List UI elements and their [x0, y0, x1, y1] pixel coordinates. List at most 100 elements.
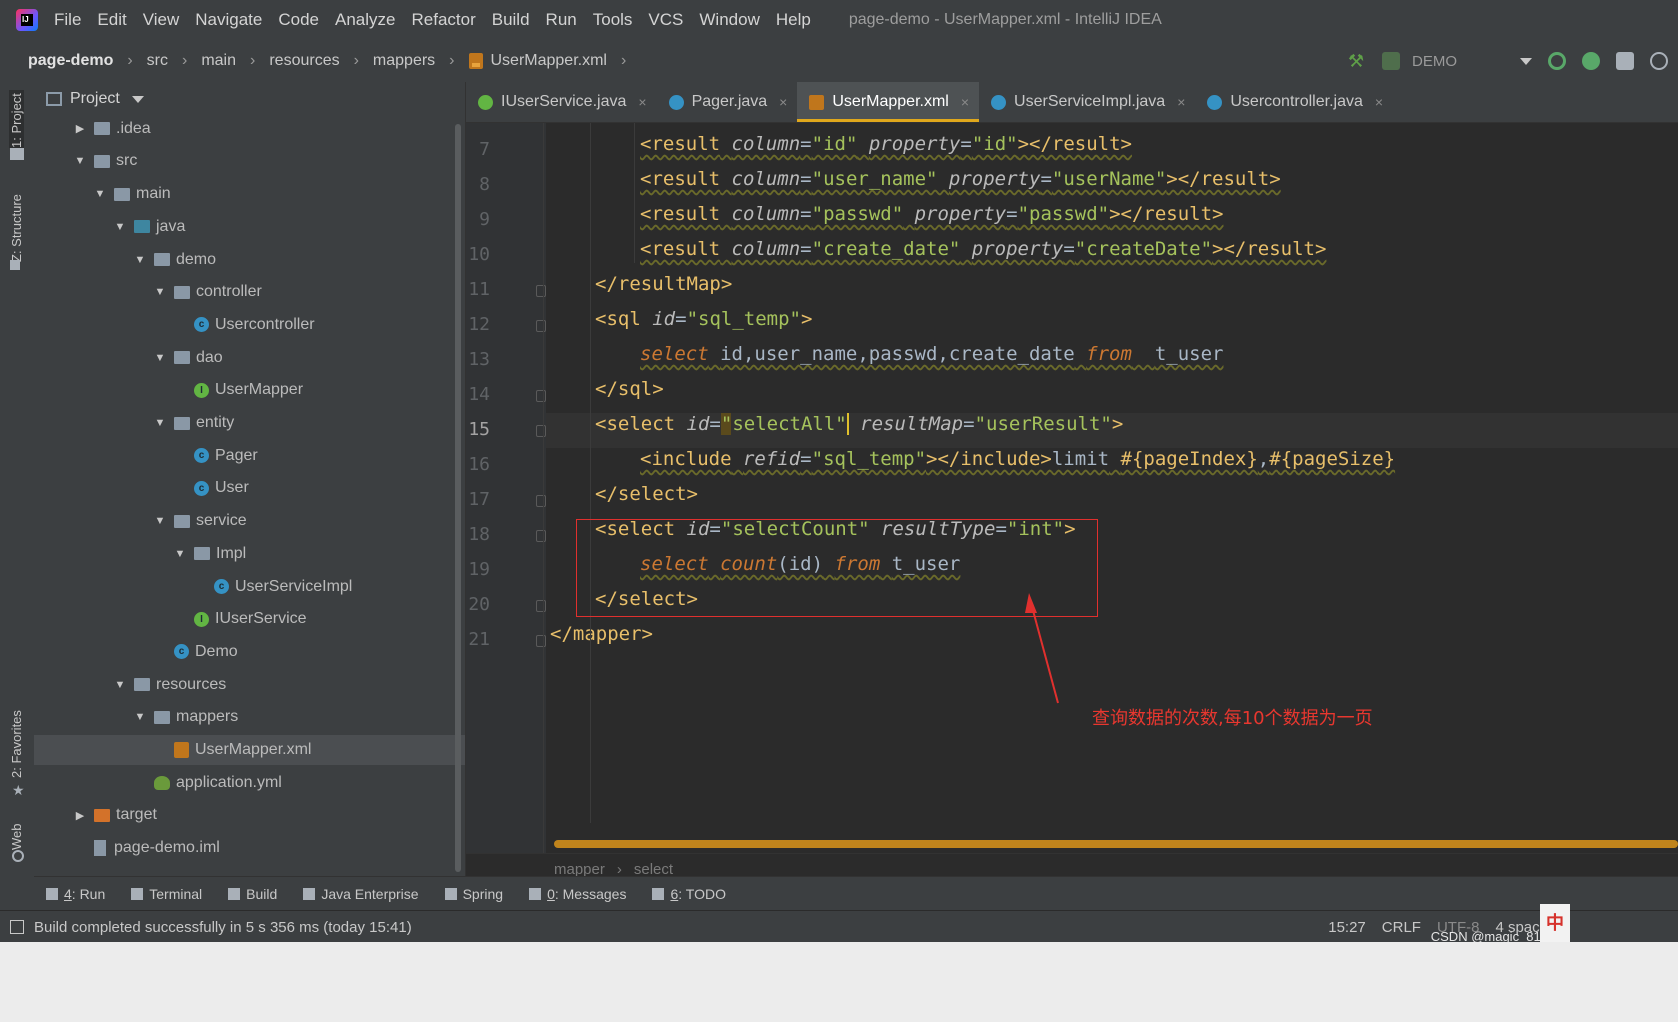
toolwindow-button[interactable]: Terminal — [131, 886, 202, 902]
menu-tools[interactable]: Tools — [585, 10, 641, 30]
tree-item[interactable]: UserMapper — [34, 375, 303, 405]
tree-item[interactable]: ▼ src — [34, 146, 138, 176]
expand-arrow-icon[interactable]: ▼ — [134, 711, 146, 723]
expand-arrow-icon[interactable]: ▼ — [74, 155, 86, 167]
rerun-icon[interactable] — [1548, 52, 1566, 70]
breadcrumb-item[interactable]: page-demo — [28, 52, 113, 70]
editor-tab[interactable]: Usercontroller.java × — [1195, 82, 1393, 122]
tree-item[interactable]: ▼ mappers — [34, 702, 239, 732]
expand-arrow-icon[interactable]: ▼ — [134, 254, 146, 266]
breadcrumb-item[interactable]: mappers — [373, 52, 435, 70]
code-line[interactable]: </select> — [546, 483, 1678, 518]
tree-item[interactable]: IUserService — [34, 604, 307, 634]
menu-view[interactable]: View — [135, 10, 188, 30]
event-log-icon[interactable] — [10, 920, 24, 934]
editor-tab[interactable]: UserMapper.xml × — [797, 82, 980, 122]
code-line[interactable]: select id,user_name,passwd,create_date f… — [546, 343, 1678, 378]
fold-marker-icon[interactable] — [536, 635, 546, 647]
editor-crumb-mapper[interactable]: mapper — [554, 861, 605, 878]
code-line[interactable]: <select id="selectAll" resultMap="userRe… — [546, 413, 1678, 448]
project-panel-title[interactable]: Project — [70, 90, 120, 108]
tree-item[interactable]: ▼ controller — [34, 277, 262, 307]
tree-item[interactable]: ▼ dao — [34, 343, 223, 373]
close-icon[interactable]: × — [961, 94, 969, 110]
close-icon[interactable]: × — [1375, 94, 1383, 110]
editor-crumb-select[interactable]: select — [634, 861, 673, 878]
tree-item[interactable]: application.yml — [34, 768, 282, 798]
code-line[interactable]: <result column="id" property="id"></resu… — [546, 133, 1678, 168]
expand-arrow-icon[interactable]: ▼ — [114, 221, 126, 233]
menu-code[interactable]: Code — [270, 10, 327, 30]
tab-web-toolwindow[interactable]: Web — [9, 820, 24, 851]
menu-build[interactable]: Build — [484, 10, 538, 30]
fold-marker-icon[interactable] — [536, 285, 546, 297]
code-line[interactable]: </resultMap> — [546, 273, 1678, 308]
expand-arrow-icon[interactable]: ▼ — [154, 515, 166, 527]
expand-arrow-icon[interactable]: ▼ — [154, 286, 166, 298]
tree-item[interactable]: ▶ .idea — [34, 114, 151, 144]
debug-bug-icon[interactable] — [1582, 52, 1600, 70]
tree-item[interactable]: ▼ main — [34, 179, 171, 209]
code-line[interactable]: <result column="passwd" property="passwd… — [546, 203, 1678, 238]
code-line[interactable]: </mapper> — [546, 623, 1678, 658]
menu-vcs[interactable]: VCS — [640, 10, 691, 30]
run-config-select[interactable]: DEMO — [1382, 46, 1532, 76]
toolwindow-button[interactable]: Build — [228, 886, 277, 902]
build-hammer-icon[interactable]: ⚒ — [1348, 52, 1366, 70]
tree-item[interactable]: ▼ resources — [34, 670, 227, 700]
toolwindow-button[interactable]: Spring — [444, 886, 503, 902]
code-line[interactable]: </sql> — [546, 378, 1678, 413]
code-view[interactable]: <result column="id" property="id"></resu… — [546, 123, 1678, 853]
profile-icon[interactable] — [1650, 52, 1668, 70]
fold-marker-icon[interactable] — [536, 530, 546, 542]
line-separator[interactable]: CRLF — [1382, 919, 1421, 936]
caret-position[interactable]: 15:27 — [1328, 919, 1366, 936]
coverage-icon[interactable] — [1616, 52, 1634, 70]
tree-item[interactable]: Pager — [34, 441, 258, 471]
editor-tab[interactable]: UserServiceImpl.java × — [979, 82, 1195, 122]
close-icon[interactable]: × — [1177, 94, 1185, 110]
close-icon[interactable]: × — [638, 94, 646, 110]
toolwindow-button[interactable]: 4: Run — [46, 886, 105, 902]
code-line[interactable]: <result column="create_date" property="c… — [546, 238, 1678, 273]
expand-arrow-icon[interactable]: ▼ — [94, 188, 106, 200]
editor-tab[interactable]: Pager.java × — [657, 82, 798, 122]
tree-item[interactable]: ▶ target — [34, 800, 157, 830]
breadcrumb-item[interactable]: UserMapper.xml — [491, 52, 607, 70]
fold-marker-icon[interactable] — [536, 320, 546, 332]
close-icon[interactable]: × — [779, 94, 787, 110]
expand-arrow-icon[interactable]: ▼ — [174, 548, 186, 560]
tree-item[interactable]: Usercontroller — [34, 310, 315, 340]
tree-item[interactable]: ▼ service — [34, 506, 247, 536]
collapse-arrow-icon[interactable]: ▶ — [74, 809, 86, 822]
menu-analyze[interactable]: Analyze — [327, 10, 403, 30]
fold-marker-icon[interactable] — [536, 390, 546, 402]
menu-run[interactable]: Run — [538, 10, 585, 30]
toolwindow-button[interactable]: 6: TODO — [652, 886, 726, 902]
menu-edit[interactable]: Edit — [89, 10, 134, 30]
horizontal-scrollbar[interactable] — [554, 840, 1678, 848]
ime-indicator[interactable]: 中 — [1540, 904, 1570, 944]
tree-item[interactable]: page-demo.iml — [34, 833, 220, 863]
tree-item[interactable]: ▼ entity — [34, 408, 235, 438]
tree-item[interactable]: ▼ Impl — [34, 539, 247, 569]
tree-item[interactable]: ▼ demo — [34, 245, 216, 275]
menu-window[interactable]: Window — [691, 10, 767, 30]
tree-item[interactable]: User — [34, 473, 249, 503]
fold-marker-icon[interactable] — [536, 425, 546, 437]
toolwindow-button[interactable]: 0: Messages — [529, 886, 626, 902]
tree-item[interactable]: ▼ java — [34, 212, 186, 242]
menu-navigate[interactable]: Navigate — [187, 10, 270, 30]
toolwindow-button[interactable]: Java Enterprise — [303, 886, 419, 902]
tab-project-toolwindow[interactable]: 1: Project — [9, 90, 24, 148]
fold-marker-icon[interactable] — [536, 495, 546, 507]
collapse-arrow-icon[interactable]: ▶ — [74, 122, 86, 135]
code-line[interactable]: <include refid="sql_temp"></include>limi… — [546, 448, 1678, 483]
menu-help[interactable]: Help — [768, 10, 819, 30]
tab-favorites-toolwindow[interactable]: 2: Favorites — [9, 710, 24, 778]
breadcrumb-item[interactable]: src — [147, 52, 168, 70]
expand-arrow-icon[interactable]: ▼ — [114, 679, 126, 691]
menu-refactor[interactable]: Refactor — [403, 10, 483, 30]
tree-item[interactable]: UserServiceImpl — [34, 572, 352, 602]
tree-item[interactable]: UserMapper.xml — [34, 735, 465, 765]
